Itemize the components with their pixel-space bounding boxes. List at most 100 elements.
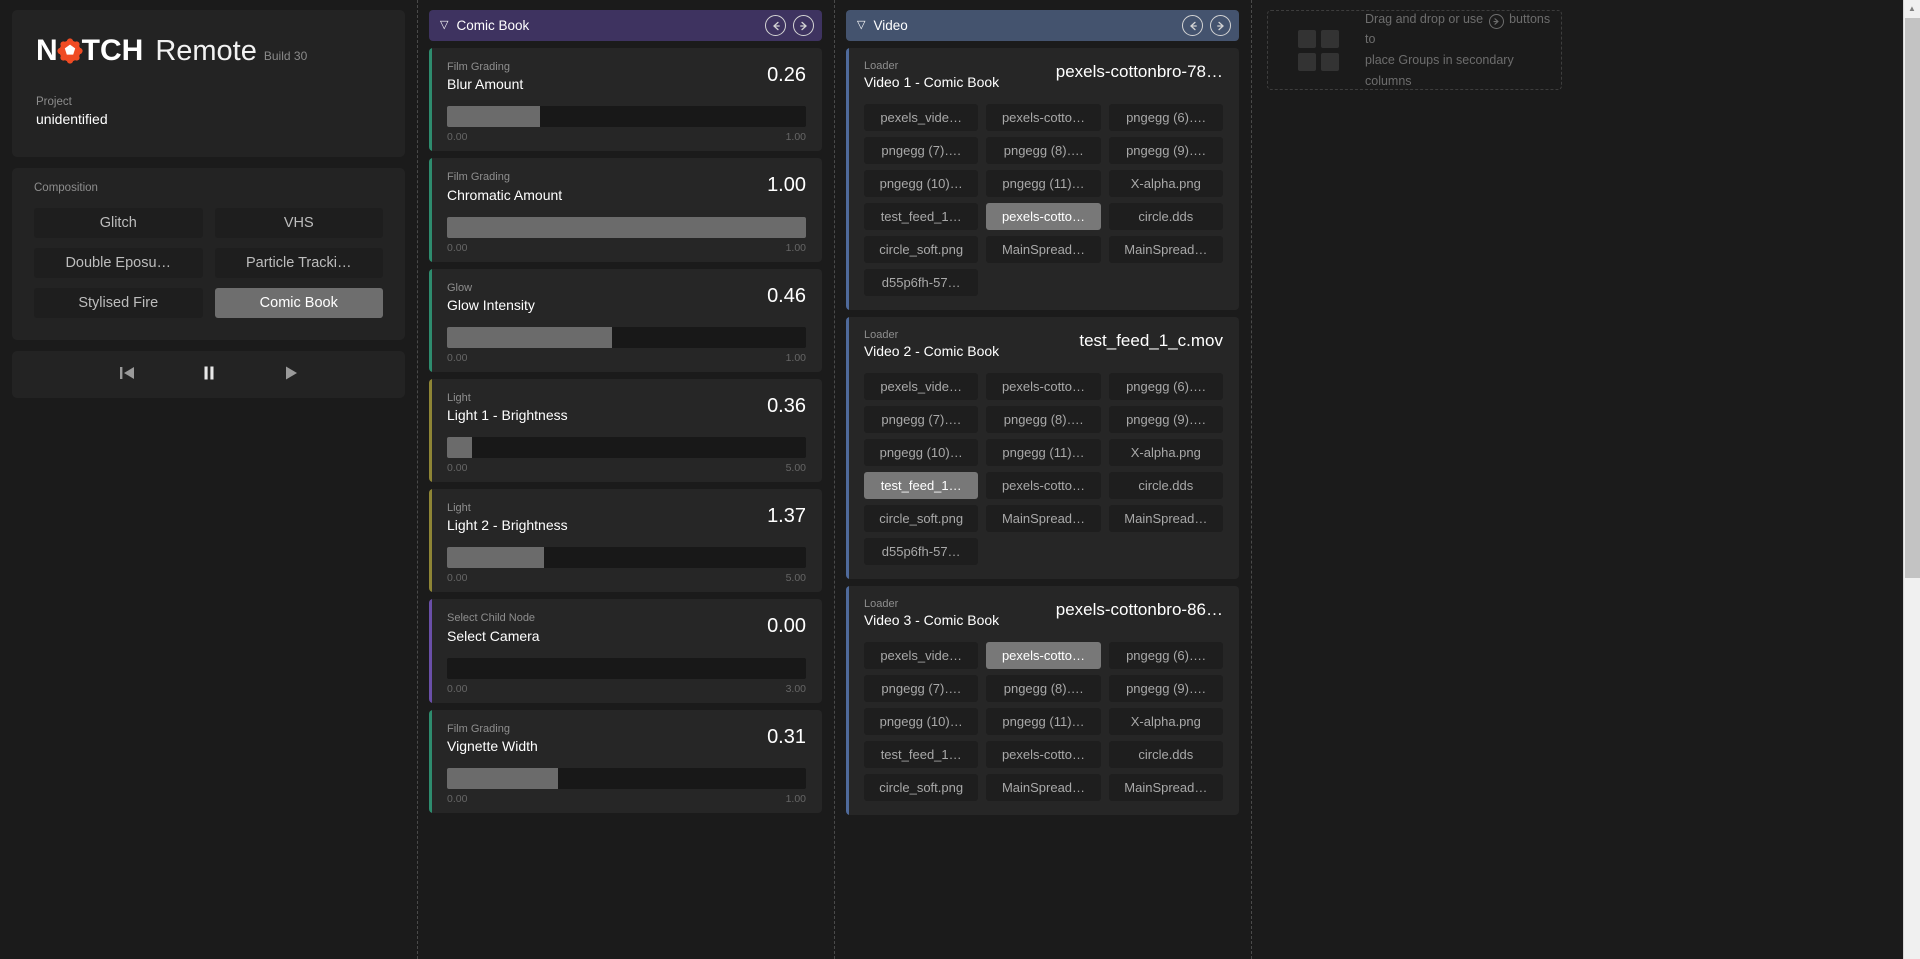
arrow-right-circle-icon[interactable]	[793, 15, 814, 36]
composition-button[interactable]: Stylised Fire	[34, 288, 203, 318]
loader-file-button[interactable]: pngegg (9)….	[1109, 675, 1223, 702]
loader-file-button[interactable]: pngegg (10)…	[864, 708, 978, 735]
loader-file-button[interactable]: pngegg (8)….	[986, 675, 1100, 702]
loader-file-button[interactable]: pexels-cotto…	[986, 472, 1100, 499]
grid-square	[1298, 30, 1316, 48]
loader-file-button[interactable]: circle_soft.png	[864, 236, 978, 263]
scrollbar-thumb[interactable]	[1905, 18, 1920, 578]
loader-file-button[interactable]: pexels-cotto…	[986, 373, 1100, 400]
loader-file-button[interactable]: MainSpread…	[1109, 774, 1223, 801]
composition-button[interactable]: VHS	[215, 208, 384, 238]
loader-file-button[interactable]: circle_soft.png	[864, 774, 978, 801]
loader-file-button[interactable]: pngegg (6)….	[1109, 642, 1223, 669]
parameter-slider[interactable]	[447, 768, 806, 789]
composition-button[interactable]: Double Eposu…	[34, 248, 203, 278]
group-header-comic-book[interactable]: ▽ Comic Book	[429, 10, 822, 41]
loader-file-button[interactable]: pexels-cotto…	[986, 104, 1100, 131]
parameter-slider[interactable]	[447, 437, 806, 458]
arrow-left-circle-icon[interactable]	[765, 15, 786, 36]
loader-file-button[interactable]: MainSpread…	[1109, 505, 1223, 532]
loader-file-button[interactable]: pexels-cotto…	[986, 741, 1100, 768]
parameter-slider[interactable]	[447, 217, 806, 238]
loader-file-button[interactable]: pngegg (11)…	[986, 439, 1100, 466]
loader-file-button[interactable]: circle.dds	[1109, 472, 1223, 499]
loader-file-button[interactable]: MainSpread…	[1109, 236, 1223, 263]
loader-file-button[interactable]: circle.dds	[1109, 741, 1223, 768]
column-secondary-3: Drag and drop or use buttons to place Gr…	[1251, 0, 1920, 959]
parameter-slider[interactable]	[447, 327, 806, 348]
loader-file-button[interactable]: pexels-cotto…	[986, 203, 1100, 230]
chevron-down-icon[interactable]: ▽	[857, 20, 865, 31]
parameter-value: 0.26	[767, 64, 806, 87]
arrow-right-circle-icon[interactable]	[1210, 15, 1231, 36]
grid-placeholder-icon	[1298, 30, 1339, 71]
arrow-left-circle-icon[interactable]	[1182, 15, 1203, 36]
slider-max: 5.00	[786, 462, 806, 474]
loader-file-button[interactable]: X-alpha.png	[1109, 170, 1223, 197]
loader-labels: LoaderVideo 2 - Comic Book	[864, 329, 999, 359]
loader-file-button[interactable]: pexels-cotto…	[986, 642, 1100, 669]
loader-file-button[interactable]: MainSpread…	[986, 236, 1100, 263]
loader-file-grid: pexels_vide… pexels-cotto… pngegg (6)…. png…	[864, 373, 1223, 565]
scroll-up-arrow-icon[interactable]: ▲	[1904, 0, 1920, 17]
loader-file-button[interactable]: MainSpread…	[986, 505, 1100, 532]
play-icon	[282, 364, 300, 385]
loader-file-button[interactable]: MainSpread…	[986, 774, 1100, 801]
slider-max: 1.00	[786, 242, 806, 254]
loader-file-button[interactable]: pexels_vide…	[864, 373, 978, 400]
parameter-accent-bar	[429, 379, 432, 482]
group-header-video[interactable]: ▽ Video	[846, 10, 1239, 41]
loader-file-button[interactable]: pngegg (11)…	[986, 708, 1100, 735]
notch-remote-app: NTCH Remote Build 30 Project unidentifie…	[0, 0, 1920, 959]
play-button[interactable]	[274, 360, 308, 390]
loader-file-button[interactable]: X-alpha.png	[1109, 708, 1223, 735]
parameter-slider[interactable]	[447, 106, 806, 127]
parameter-accent-bar	[429, 269, 432, 372]
loader-file-button[interactable]: test_feed_1…	[864, 203, 978, 230]
slider-min: 0.00	[447, 352, 467, 364]
parameter-category: Film Grading	[447, 722, 538, 736]
loader-file-button[interactable]: pngegg (10)…	[864, 439, 978, 466]
page-scrollbar[interactable]: ▲	[1903, 0, 1920, 959]
slider-range: 0.001.00	[447, 793, 806, 805]
group-dropzone[interactable]: Drag and drop or use buttons to place Gr…	[1267, 10, 1562, 90]
loader-file-button[interactable]: circle_soft.png	[864, 505, 978, 532]
loader-file-button[interactable]: pngegg (10)…	[864, 170, 978, 197]
parameter-category: Glow	[447, 281, 535, 295]
column-divider	[1251, 0, 1252, 959]
transport-card	[12, 351, 405, 398]
composition-label: Composition	[34, 182, 383, 194]
loader-file-button[interactable]: pngegg (6)….	[1109, 104, 1223, 131]
loader-file-button[interactable]: pngegg (7)….	[864, 137, 978, 164]
loader-file-button[interactable]: pngegg (7)….	[864, 406, 978, 433]
composition-button[interactable]: Particle Tracki…	[215, 248, 384, 278]
loader-file-button[interactable]: X-alpha.png	[1109, 439, 1223, 466]
parameter-labels: Select Child NodeSelect Camera	[447, 611, 540, 643]
loader-file-button[interactable]: d55p6fh-57…	[864, 269, 978, 296]
loader-file-button[interactable]: pngegg (11)…	[986, 170, 1100, 197]
parameter-slider[interactable]	[447, 658, 806, 679]
loader-file-button[interactable]: pngegg (7)….	[864, 675, 978, 702]
loader-file-button[interactable]: test_feed_1…	[864, 472, 978, 499]
parameter-accent-bar	[429, 710, 432, 813]
composition-button[interactable]: Glitch	[34, 208, 203, 238]
skip-back-button[interactable]	[110, 360, 144, 390]
loader-file-button[interactable]: pexels_vide…	[864, 642, 978, 669]
loader-file-button[interactable]: test_feed_1…	[864, 741, 978, 768]
parameter-category: Select Child Node	[447, 611, 540, 625]
composition-button[interactable]: Comic Book	[215, 288, 384, 318]
loader-file-button[interactable]: pngegg (8)….	[986, 137, 1100, 164]
loader-file-button[interactable]: d55p6fh-57…	[864, 538, 978, 565]
loader-file-button[interactable]: pexels_vide…	[864, 104, 978, 131]
loader-file-button[interactable]: pngegg (6)….	[1109, 373, 1223, 400]
parameter-slider[interactable]	[447, 547, 806, 568]
pause-button[interactable]	[192, 360, 226, 390]
parameter-card: Film GradingBlur Amount0.260.001.00	[429, 48, 822, 151]
loader-file-button[interactable]: pngegg (8)….	[986, 406, 1100, 433]
loader-file-button[interactable]: pngegg (9)….	[1109, 406, 1223, 433]
loader-file-button[interactable]: pngegg (9)….	[1109, 137, 1223, 164]
loader-file-button[interactable]: circle.dds	[1109, 203, 1223, 230]
parameter-labels: LightLight 1 - Brightness	[447, 391, 568, 423]
chevron-down-icon[interactable]: ▽	[440, 20, 448, 31]
brand-card: NTCH Remote Build 30 Project unidentifie…	[12, 10, 405, 157]
